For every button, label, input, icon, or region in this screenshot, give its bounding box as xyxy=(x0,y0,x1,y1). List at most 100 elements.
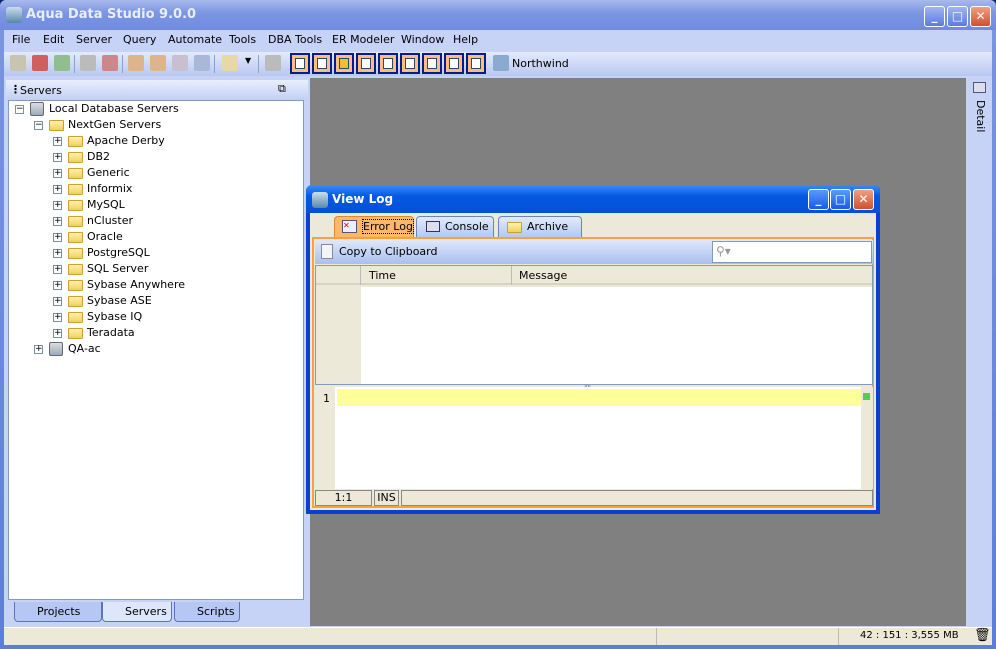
expander-icon[interactable]: + xyxy=(53,313,62,322)
menu-dba-tools[interactable]: DBA Tools xyxy=(268,33,322,46)
tree-item[interactable]: + nCluster xyxy=(9,213,299,229)
detail-icon[interactable] xyxy=(973,82,986,93)
tree-item[interactable]: + Sybase Anywhere xyxy=(9,277,299,293)
tree-item[interactable]: + Sybase ASE xyxy=(9,293,299,309)
tab-error-log[interactable]: ✕ Error Log xyxy=(334,216,414,237)
script-icon[interactable] xyxy=(222,55,238,71)
tree-item[interactable]: + Sybase IQ xyxy=(9,309,299,325)
view-icon[interactable] xyxy=(312,53,332,74)
server-icon xyxy=(49,342,63,356)
expander-icon[interactable]: + xyxy=(53,169,62,178)
tree-item[interactable]: + DB2 xyxy=(9,149,299,165)
dropdown-arrow-icon[interactable]: ▼ xyxy=(245,56,251,65)
menu-help[interactable]: Help xyxy=(453,33,478,46)
tree-item[interactable]: + MySQL xyxy=(9,197,299,213)
folder-icon xyxy=(68,184,83,195)
menu-edit[interactable]: Edit xyxy=(43,33,64,46)
expander-icon[interactable]: + xyxy=(34,345,43,354)
new-server-icon[interactable] xyxy=(10,55,26,71)
expander-icon[interactable]: + xyxy=(53,201,62,210)
history-icon[interactable] xyxy=(265,55,281,71)
tree-label: Sybase IQ xyxy=(87,310,143,323)
list-icon[interactable] xyxy=(400,53,420,74)
register-icon[interactable] xyxy=(80,55,96,71)
expander-icon[interactable]: + xyxy=(53,233,62,242)
tree-item[interactable]: + Generic xyxy=(9,165,299,181)
tab-servers[interactable]: Servers xyxy=(102,602,172,622)
close-button[interactable]: ✕ xyxy=(970,6,991,27)
menu-file[interactable]: File xyxy=(12,33,30,46)
detail-tab[interactable]: Detail xyxy=(974,100,987,132)
tree-item-qa-ac[interactable]: + QA-ac xyxy=(9,341,299,357)
status-bar: 42 : 151 : 3,555 MB 🗑 xyxy=(4,627,992,645)
log-editor[interactable]: 1 xyxy=(315,387,873,489)
menu-window[interactable]: Window xyxy=(401,33,444,46)
menu-tools[interactable]: Tools xyxy=(229,33,256,46)
expander-icon[interactable]: + xyxy=(53,329,62,338)
folder-icon xyxy=(68,152,83,163)
connection-label[interactable]: Northwind xyxy=(512,57,569,70)
expander-icon[interactable]: + xyxy=(53,137,62,146)
current-line xyxy=(337,389,861,406)
menu-server[interactable]: Server xyxy=(76,33,112,46)
grid-icon[interactable] xyxy=(356,53,376,74)
compare-icon[interactable] xyxy=(194,55,210,71)
tree-item[interactable]: + Informix xyxy=(9,181,299,197)
table-editor-icon[interactable] xyxy=(290,53,310,74)
folder-icon xyxy=(68,264,83,275)
tree-item[interactable]: + Oracle xyxy=(9,229,299,245)
dialog-minimize-button[interactable]: _ xyxy=(808,189,829,210)
tree-item[interactable]: + SQL Server xyxy=(9,261,299,277)
copy-to-clipboard-button[interactable]: Copy to Clipboard xyxy=(339,245,437,258)
restore-icon[interactable]: ⧉ xyxy=(278,82,286,96)
menu-query[interactable]: Query xyxy=(123,33,156,46)
minimize-button[interactable]: _ xyxy=(924,6,945,27)
diagram-icon[interactable] xyxy=(422,53,442,74)
expander-icon[interactable]: + xyxy=(53,281,62,290)
tree-root-local-servers[interactable]: − Local Database Servers xyxy=(9,101,299,117)
remove-server-icon[interactable] xyxy=(32,55,48,71)
chart-icon[interactable] xyxy=(444,53,464,74)
schema-icon[interactable] xyxy=(378,53,398,74)
query-builder-icon[interactable] xyxy=(172,55,188,71)
tree-label: nCluster xyxy=(87,214,134,227)
expander-icon[interactable]: + xyxy=(53,249,62,258)
app-icon xyxy=(6,7,22,23)
table-header: Time Message xyxy=(316,266,872,285)
folder-icon xyxy=(68,280,83,291)
tab-archive[interactable]: Archive xyxy=(498,216,582,237)
server-tree[interactable]: − Local Database Servers − NextGen Servers +… xyxy=(8,100,304,600)
maximize-button[interactable]: □ xyxy=(947,6,968,27)
connect-icon[interactable] xyxy=(54,55,70,71)
toolbar: ▼ Northwind xyxy=(4,52,992,76)
tree-item[interactable]: + PostgreSQL xyxy=(9,245,299,261)
expander-icon[interactable]: − xyxy=(34,121,43,130)
tree-group-nextgen[interactable]: − NextGen Servers xyxy=(9,117,299,133)
query-window-icon[interactable] xyxy=(128,55,144,71)
editor-status: 1:1 INS xyxy=(315,490,873,506)
search-input[interactable]: ⚲▾ xyxy=(712,241,872,263)
form-icon[interactable] xyxy=(466,53,486,74)
dialog-close-button[interactable]: ✕ xyxy=(853,189,874,210)
database-icon[interactable] xyxy=(334,53,354,74)
expander-icon[interactable]: + xyxy=(53,153,62,162)
expander-icon[interactable]: − xyxy=(15,105,24,114)
tab-projects[interactable]: Projects xyxy=(14,602,102,622)
expander-icon[interactable]: + xyxy=(53,297,62,306)
column-time[interactable]: Time xyxy=(369,269,396,282)
dialog-maximize-button[interactable]: □ xyxy=(830,189,851,210)
garbage-collect-icon[interactable]: 🗑 xyxy=(974,628,991,643)
tree-item[interactable]: + Teradata xyxy=(9,325,299,341)
tree-label: Apache Derby xyxy=(87,134,165,147)
expander-icon[interactable]: + xyxy=(53,217,62,226)
expander-icon[interactable]: + xyxy=(53,265,62,274)
query-analyzer-icon[interactable] xyxy=(150,55,166,71)
unregister-icon[interactable] xyxy=(102,55,118,71)
tree-item[interactable]: + Apache Derby xyxy=(9,133,299,149)
menu-er-modeler[interactable]: ER Modeler xyxy=(332,33,394,46)
tab-scripts[interactable]: Scripts xyxy=(174,602,240,622)
column-message[interactable]: Message xyxy=(519,269,567,282)
menu-automate[interactable]: Automate xyxy=(168,33,222,46)
tab-console[interactable]: Console xyxy=(416,216,494,237)
expander-icon[interactable]: + xyxy=(53,185,62,194)
